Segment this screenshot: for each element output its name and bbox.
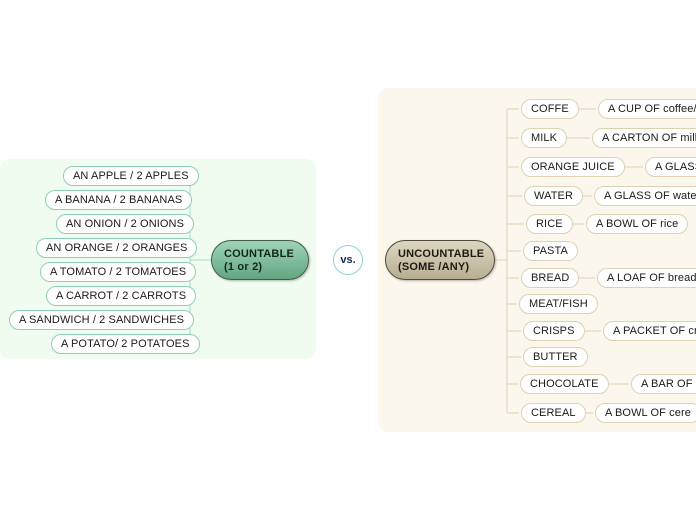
uncountable-item-meat-fish[interactable]: MEAT/FISH [519, 294, 598, 314]
uncountable-item-coffe[interactable]: COFFE [521, 99, 579, 119]
vs-node: vs. [333, 245, 363, 275]
quantifier-water[interactable]: A GLASS OF wate [594, 186, 696, 206]
uncountable-item-orange-juice[interactable]: ORANGE JUICE [521, 157, 625, 177]
uncountable-item-bread[interactable]: BREAD [521, 268, 580, 288]
quantifier-cereal[interactable]: A BOWL OF cere [595, 403, 696, 423]
countable-item-orange[interactable]: AN ORANGE / 2 ORANGES [36, 238, 198, 258]
quantifier-chocolate[interactable]: A BAR OF C [631, 374, 696, 394]
root-node-countable[interactable]: COUNTABLE (1 or 2) [211, 240, 309, 280]
mindmap-canvas: COUNTABLE (1 or 2) vs. UNCOUNTABLE (SOME… [0, 0, 696, 520]
uncountable-item-butter[interactable]: BUTTER [523, 347, 588, 367]
uncountable-item-rice[interactable]: RICE [526, 214, 573, 234]
quantifier-milk[interactable]: A CARTON OF milk [592, 128, 696, 148]
quantifier-crisps[interactable]: A PACKET OF cris [603, 321, 696, 341]
quantifier-rice[interactable]: A BOWL OF rice [586, 214, 689, 234]
countable-item-tomato[interactable]: A TOMATO / 2 TOMATOES [40, 262, 197, 282]
countable-item-onion[interactable]: AN ONION / 2 ONIONS [56, 214, 195, 234]
countable-item-potato[interactable]: A POTATO/ 2 POTATOES [51, 334, 200, 354]
countable-item-apple[interactable]: AN APPLE / 2 APPLES [63, 166, 199, 186]
root-node-uncountable[interactable]: UNCOUNTABLE (SOME /ANY) [385, 240, 495, 280]
quantifier-bread[interactable]: A LOAF OF bread [597, 268, 696, 288]
uncountable-item-pasta[interactable]: PASTA [523, 241, 578, 261]
uncountable-item-water[interactable]: WATER [524, 186, 583, 206]
uncountable-item-milk[interactable]: MILK [521, 128, 568, 148]
quantifier-orange-juice[interactable]: A GLASS [645, 157, 696, 177]
uncountable-item-cereal[interactable]: CEREAL [521, 403, 586, 423]
countable-item-sandwich[interactable]: A SANDWICH / 2 SANDWICHES [9, 310, 195, 330]
uncountable-item-crisps[interactable]: CRISPS [523, 321, 585, 341]
uncountable-item-chocolate[interactable]: CHOCOLATE [520, 374, 609, 394]
countable-item-carrot[interactable]: A CARROT / 2 CARROTS [46, 286, 197, 306]
quantifier-coffe[interactable]: A CUP OF coffee/t [598, 99, 696, 119]
countable-item-banana[interactable]: A BANANA / 2 BANANAS [45, 190, 193, 210]
